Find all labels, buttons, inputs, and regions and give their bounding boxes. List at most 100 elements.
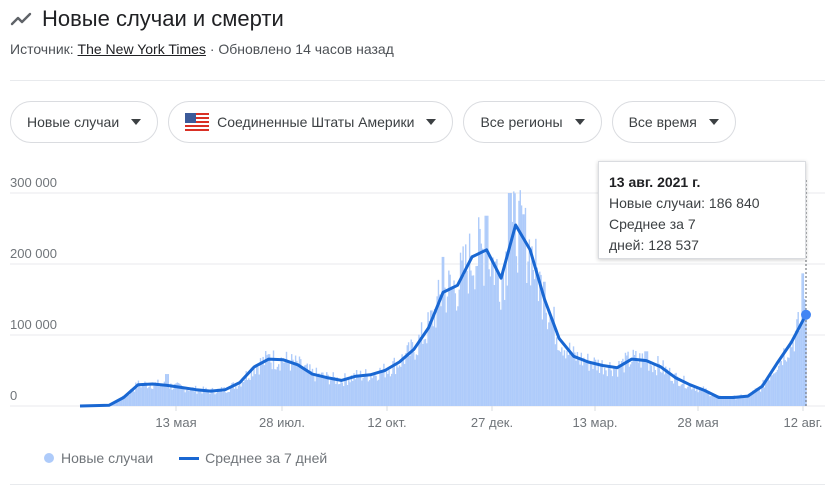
- case-bar: [397, 367, 399, 406]
- case-bar: [555, 337, 558, 406]
- dropdown-caret-icon: [708, 119, 719, 125]
- case-bar: [474, 289, 476, 406]
- case-bar: [415, 354, 418, 406]
- case-bar: [236, 388, 238, 406]
- country-filter-chip[interactable]: Соединенные Штаты Америки: [168, 101, 454, 143]
- case-bar: [358, 377, 360, 406]
- case-bar: [340, 380, 342, 406]
- case-bar: [776, 369, 779, 406]
- case-bar: [439, 294, 441, 406]
- case-bar: [339, 384, 341, 406]
- case-bar: [323, 376, 325, 406]
- case-bar: [722, 398, 724, 406]
- case-bar: [352, 380, 354, 406]
- case-bar: [703, 392, 706, 406]
- case-bar: [765, 381, 767, 406]
- time-filter-chip[interactable]: Все время: [611, 101, 736, 143]
- case-bar: [201, 393, 203, 406]
- case-bar: [794, 330, 797, 406]
- case-bar: [688, 383, 690, 406]
- case-bar: [261, 363, 263, 406]
- case-bar: [667, 374, 670, 406]
- case-bar: [526, 282, 528, 406]
- case-bar: [389, 376, 392, 406]
- metric-filter-chip[interactable]: Новые случаи: [10, 101, 159, 143]
- case-bar: [368, 380, 371, 406]
- case-bar: [140, 387, 142, 406]
- case-bar: [167, 374, 170, 406]
- header-divider: [10, 80, 825, 81]
- legend-avg-label: Среднее за 7 дней: [205, 450, 328, 466]
- case-bar: [681, 383, 684, 406]
- case-bar: [594, 359, 597, 406]
- case-bar: [793, 351, 796, 406]
- case-bar: [349, 382, 351, 406]
- case-bar: [387, 373, 389, 406]
- case-bar: [197, 390, 199, 406]
- case-bar: [661, 372, 663, 406]
- case-bar: [640, 367, 642, 406]
- case-bar: [475, 266, 477, 406]
- case-bar: [539, 271, 541, 406]
- case-bar: [779, 359, 781, 406]
- case-bar: [449, 274, 451, 406]
- case-bar: [601, 360, 603, 406]
- case-bar: [303, 365, 306, 406]
- case-bar: [615, 366, 618, 406]
- region-filter-chip[interactable]: Все регионы: [463, 101, 602, 143]
- case-bar: [155, 382, 158, 406]
- case-bar: [185, 389, 188, 406]
- case-bar: [463, 275, 466, 406]
- case-bar: [132, 390, 134, 406]
- case-bar: [239, 382, 241, 406]
- case-bar: [624, 352, 627, 406]
- case-bar: [329, 380, 332, 406]
- dropdown-caret-icon: [131, 119, 142, 125]
- case-bar: [380, 372, 383, 406]
- case-bar: [171, 389, 173, 406]
- case-bar: [620, 361, 623, 406]
- case-bar: [381, 370, 384, 406]
- case-bar: [692, 388, 694, 406]
- case-bar: [262, 356, 264, 406]
- case-bar: [759, 391, 762, 406]
- case-bar: [546, 329, 549, 406]
- case-bar: [467, 293, 470, 406]
- case-bar: [287, 360, 289, 406]
- case-bar: [581, 365, 584, 406]
- case-bar: [362, 377, 364, 406]
- case-bar: [663, 374, 666, 406]
- updated-text: · Обновлено 14 часов назад: [209, 41, 394, 57]
- case-bar: [784, 360, 786, 406]
- case-bar: [319, 377, 321, 406]
- case-bar: [787, 357, 789, 406]
- case-bar: [361, 380, 363, 406]
- case-bar: [148, 387, 150, 406]
- case-bar: [424, 338, 427, 406]
- case-bar: [614, 368, 616, 406]
- case-bar: [250, 367, 253, 406]
- dropdown-caret-icon: [426, 119, 437, 125]
- case-bar: [563, 350, 566, 406]
- case-bar: [710, 395, 712, 406]
- case-bar: [505, 251, 507, 406]
- case-bar: [388, 370, 390, 406]
- case-bar: [679, 386, 681, 406]
- tooltip-avg-value: дней: 128 537: [609, 237, 699, 253]
- case-bar: [203, 390, 206, 406]
- case-bar: [172, 388, 175, 406]
- chart-legend: Новые случаи Среднее за 7 дней: [44, 450, 327, 466]
- case-bar: [444, 287, 446, 406]
- case-bar: [672, 383, 675, 406]
- case-bar: [493, 285, 496, 406]
- case-bar: [709, 396, 711, 406]
- case-bar: [274, 369, 276, 406]
- y-tick-label: 300 000: [10, 175, 57, 190]
- source-link[interactable]: The New York Times: [78, 41, 206, 57]
- case-bar: [770, 375, 772, 406]
- case-bar: [367, 381, 370, 406]
- case-bar: [288, 363, 290, 406]
- case-bar: [633, 354, 636, 406]
- case-bar: [554, 344, 557, 406]
- case-bar: [442, 256, 445, 406]
